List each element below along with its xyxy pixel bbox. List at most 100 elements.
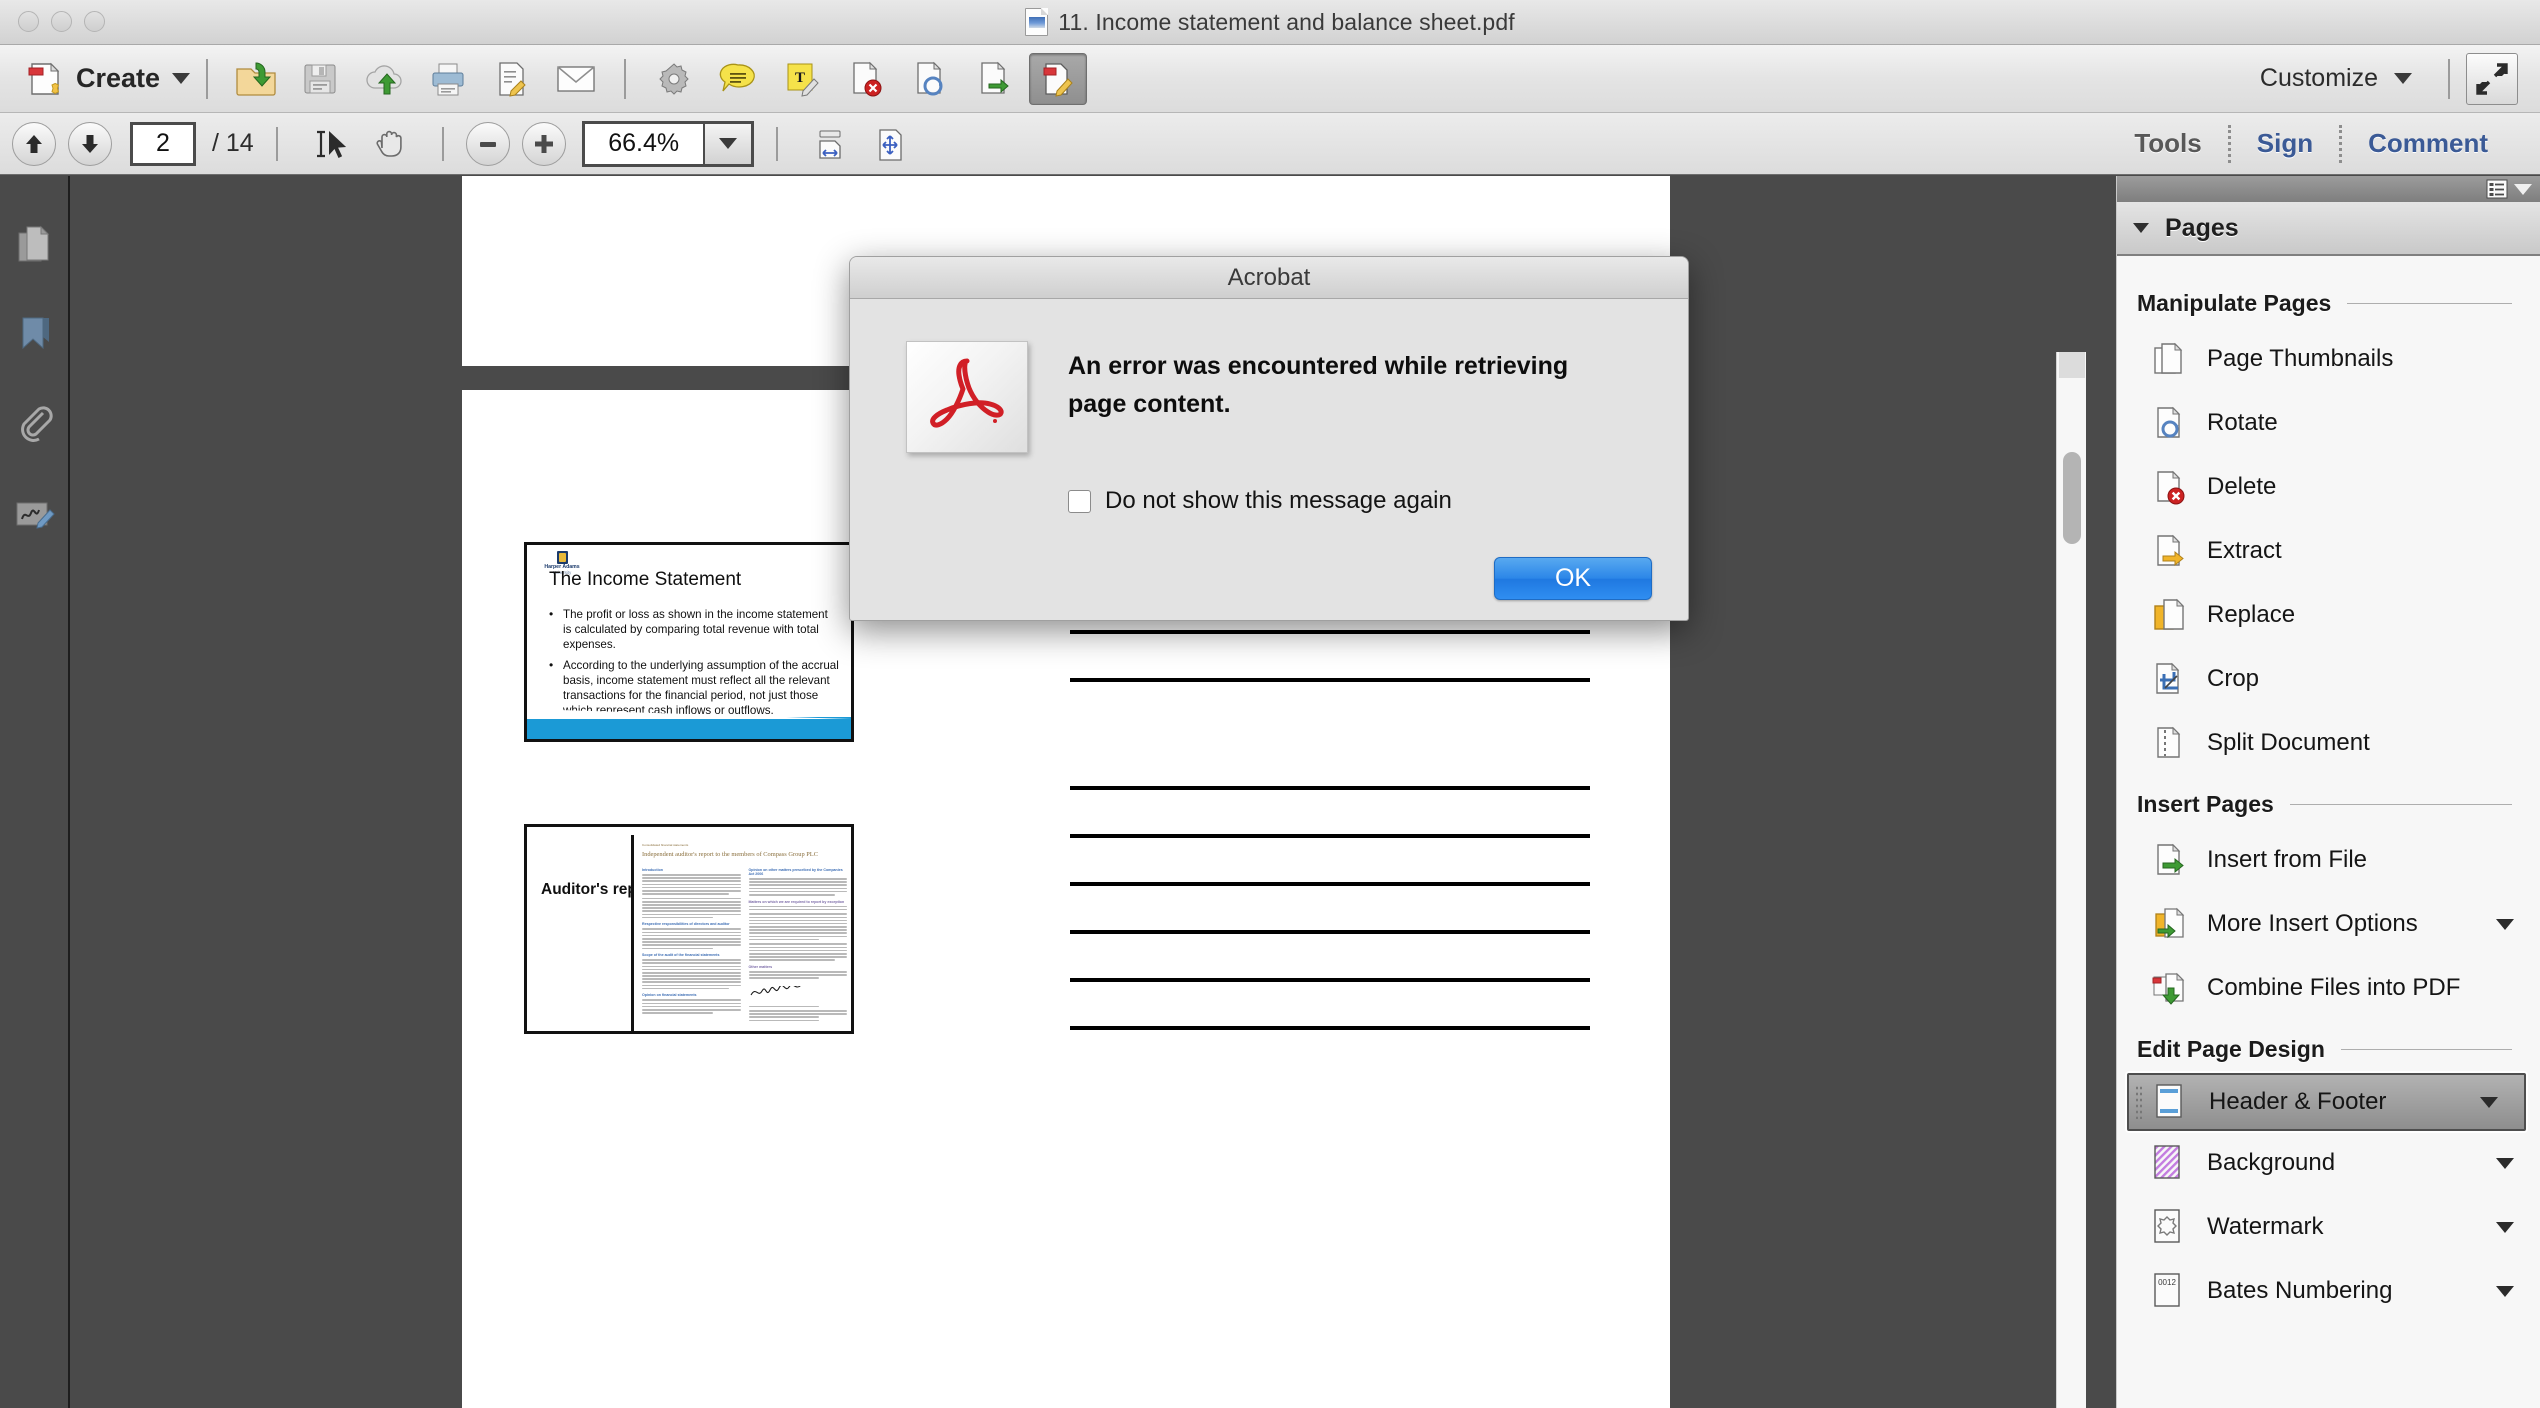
embedded-subheading: Other matters: [748, 964, 773, 969]
window-controls[interactable]: [18, 11, 105, 32]
note-line: [1070, 930, 1590, 934]
university-logo: Harper Adams University: [541, 551, 583, 575]
sidebar-item-combine-files-into-pdf[interactable]: Combine Files into PDF: [2117, 956, 2540, 1020]
sidebar-item-bates-numbering[interactable]: 0012 Bates Numbering: [2117, 1259, 2540, 1323]
slide-footer-band: [527, 717, 851, 739]
cloud-upload-button[interactable]: [355, 53, 413, 105]
pages-icon: [18, 225, 50, 262]
sidebar-item-label: Rotate: [2207, 409, 2278, 436]
bookmarks-rail-button[interactable]: [0, 290, 70, 380]
bookmark-icon: [22, 317, 49, 350]
list-options-icon[interactable]: [2486, 179, 2508, 199]
sidebar-item-label: Background: [2207, 1149, 2336, 1176]
close-button[interactable]: [18, 11, 39, 32]
drag-handle[interactable]: [2135, 1085, 2143, 1119]
embedded-left-column: Introduction Respective responsibilities…: [642, 864, 741, 1023]
do-not-show-again-row[interactable]: Do not show this message again: [1068, 487, 1452, 515]
sidebar-item-extract[interactable]: Extract: [2117, 519, 2540, 583]
select-text-icon: [316, 130, 346, 158]
next-page-button[interactable]: [68, 121, 112, 166]
create-button[interactable]: Create: [26, 60, 191, 98]
note-line: [1070, 978, 1590, 982]
rotate-page-button[interactable]: [901, 53, 959, 105]
secondary-toolbar: 2 / 14 66.4% Tools Sign Comment: [0, 113, 2540, 175]
tab-sign[interactable]: Sign: [2231, 128, 2339, 159]
sidebar-item-watermark[interactable]: Watermark: [2117, 1195, 2540, 1259]
delete-page-button[interactable]: [837, 53, 895, 105]
tab-comment[interactable]: Comment: [2342, 128, 2514, 159]
attachments-rail-button[interactable]: [0, 380, 70, 470]
dialog-title: Acrobat: [850, 257, 1688, 299]
do-not-show-again-checkbox[interactable]: [1068, 489, 1091, 513]
hand-tool-button[interactable]: [364, 121, 416, 167]
sidebar-item-label: Insert from File: [2207, 846, 2368, 873]
save-button[interactable]: [291, 53, 349, 105]
collapse-chevron-icon[interactable]: [2133, 223, 2149, 233]
comment-button[interactable]: [709, 53, 767, 105]
sidebar-item-crop[interactable]: Crop: [2117, 647, 2540, 711]
slide-income-statement: Harper Adams University The Income State…: [524, 542, 854, 742]
acrobat-window: 11. Income statement and balance sheet.p…: [0, 0, 2540, 1408]
sidebar-item-page-thumbnails[interactable]: Page Thumbnails: [2117, 327, 2540, 391]
chevron-down-icon[interactable]: [2496, 1221, 2514, 1233]
sidebar-item-delete[interactable]: Delete: [2117, 455, 2540, 519]
chevron-down-icon: [2394, 73, 2412, 84]
ok-button[interactable]: OK: [1494, 557, 1652, 600]
zoom-button[interactable]: [84, 11, 105, 32]
sidebar-item-replace[interactable]: Replace: [2117, 583, 2540, 647]
zoom-level-control[interactable]: 66.4%: [581, 120, 754, 167]
sidebar-item-label: Watermark: [2207, 1213, 2324, 1240]
embedded-subheading: Opinion on financial statements: [642, 993, 697, 998]
chevron-down-icon: [718, 138, 737, 149]
zoom-dropdown-button[interactable]: [702, 123, 751, 164]
open-file-button[interactable]: [227, 53, 285, 105]
zoom-in-button[interactable]: [521, 121, 566, 166]
previous-page-button[interactable]: [12, 121, 56, 166]
fit-page-button[interactable]: [864, 121, 916, 167]
sidebar-item-split-document[interactable]: Split Document: [2117, 711, 2540, 775]
page-number-input[interactable]: 2: [130, 121, 196, 166]
fullscreen-button[interactable]: [2466, 52, 2518, 105]
panel-header[interactable]: Pages: [2117, 202, 2540, 256]
sidebar-item-header-and-footer[interactable]: Header & Footer: [2127, 1073, 2526, 1131]
minimize-button[interactable]: [51, 11, 72, 32]
sign-document-button[interactable]: [483, 53, 541, 105]
chevron-down-icon[interactable]: [2480, 1096, 2498, 1108]
section-header-edit-page-design: Edit Page Design: [2137, 1036, 2540, 1063]
chevron-down-icon[interactable]: [2496, 918, 2514, 930]
fit-width-icon: [819, 130, 841, 159]
print-button[interactable]: [419, 53, 477, 105]
customize-label: Customize: [2259, 64, 2378, 92]
zoom-out-button[interactable]: [465, 121, 510, 166]
chevron-down-icon[interactable]: [2514, 183, 2532, 195]
chevron-down-icon[interactable]: [2496, 1157, 2514, 1169]
select-tool-button[interactable]: [304, 121, 356, 167]
chevron-down-icon[interactable]: [2496, 1285, 2514, 1297]
panel-body: Manipulate Pages Page Thumbnails Rotate …: [2117, 256, 2540, 1406]
signatures-rail-button[interactable]: [0, 470, 70, 560]
sidebar-item-insert-from-file[interactable]: Insert from File: [2117, 828, 2540, 892]
extract-page-button[interactable]: [965, 53, 1023, 105]
sidebar-item-background[interactable]: Background: [2117, 1131, 2540, 1195]
page-number-value: 2: [156, 129, 170, 157]
page-thumbnails-rail-button[interactable]: [0, 200, 70, 290]
fit-width-button[interactable]: [804, 121, 856, 167]
acrobat-logo-icon: [906, 341, 1028, 453]
scrollbar-thumb[interactable]: [2063, 452, 2081, 544]
settings-button[interactable]: [645, 53, 703, 105]
edit-pdf-button[interactable]: [1029, 52, 1088, 105]
more-insert-icon: [2151, 905, 2189, 943]
tab-tools[interactable]: Tools: [2108, 128, 2227, 159]
left-navigation-rail: [0, 176, 70, 1408]
sidebar-item-more-insert-options[interactable]: More Insert Options: [2117, 892, 2540, 956]
fit-page-icon: [879, 128, 902, 161]
bates-numbering-icon: 0012: [2151, 1272, 2189, 1310]
text-edit-button[interactable]: T: [773, 53, 831, 105]
document-scrollbar[interactable]: [2056, 352, 2086, 1408]
sidebar-item-rotate[interactable]: Rotate: [2117, 391, 2540, 455]
toolbar2-divider: [275, 126, 278, 161]
window-title: 11. Income statement and balance sheet.p…: [1058, 8, 1515, 35]
customize-button[interactable]: Customize: [2260, 64, 2412, 93]
signature-icon: [16, 502, 55, 529]
email-button[interactable]: [547, 53, 605, 105]
